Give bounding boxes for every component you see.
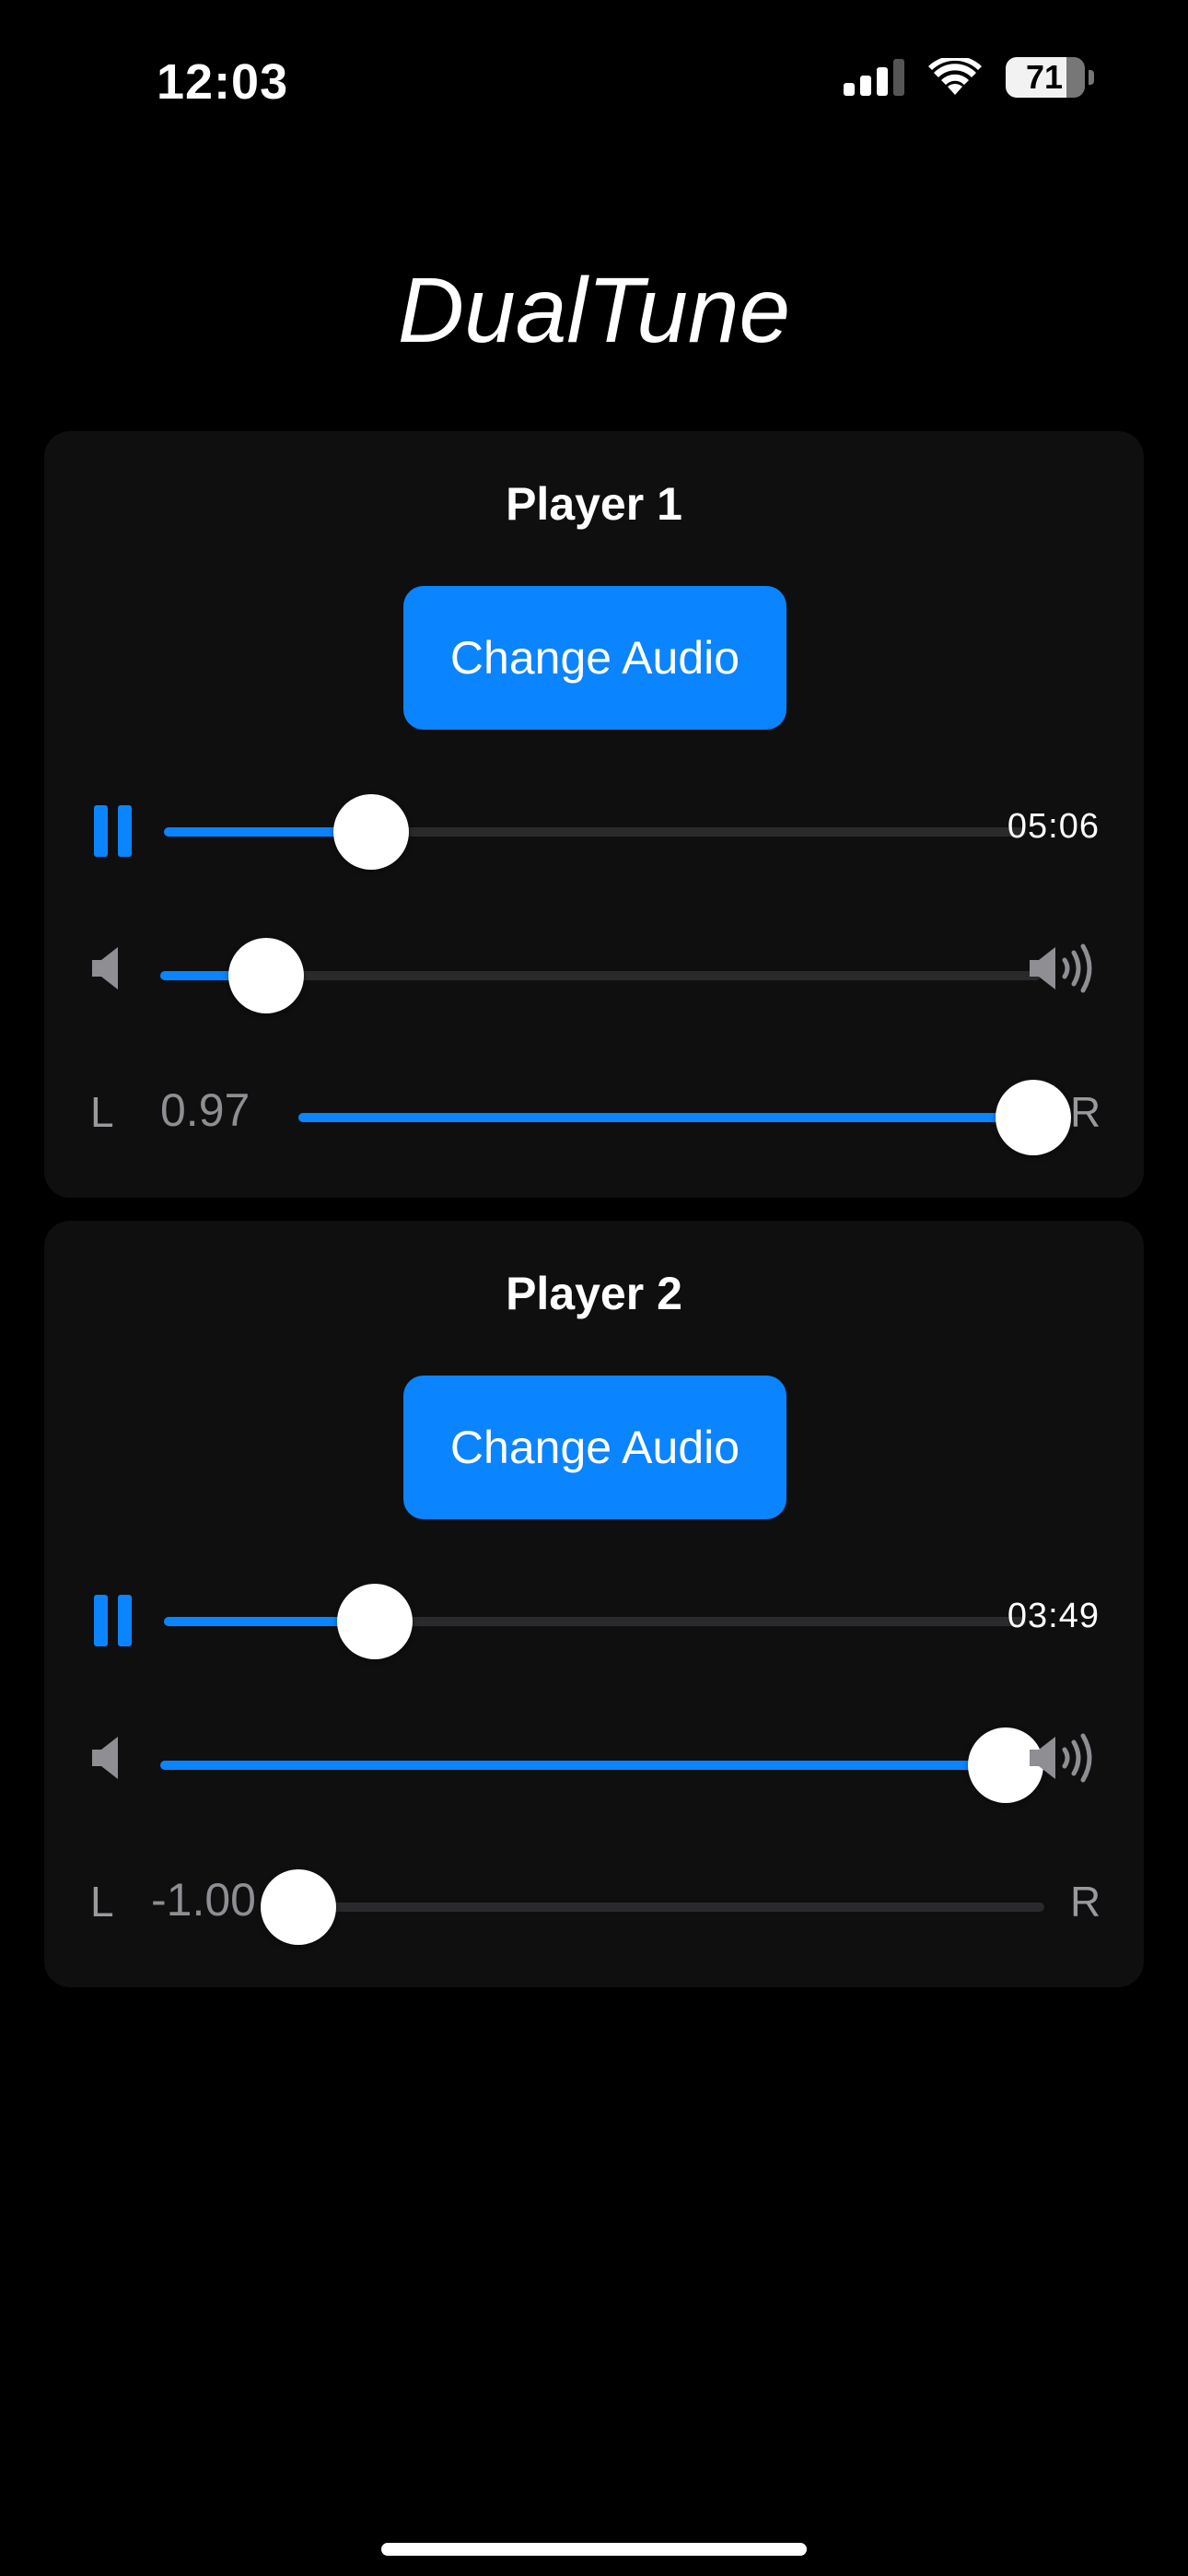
volume-high-icon: [1030, 1733, 1092, 1783]
wifi-icon: [928, 58, 982, 95]
pan-value: -1.00: [151, 1874, 256, 1926]
volume-thumb[interactable]: [227, 938, 304, 1013]
player-card-2: Player 2 Change Audio 03:49 L -1.00 R: [44, 1221, 1144, 1987]
cellular-signal-icon: [844, 59, 904, 96]
pan-right-label: R: [1070, 1878, 1101, 1926]
pan-slider[interactable]: [261, 1869, 1044, 1945]
battery-icon: 71: [1006, 57, 1094, 98]
player-card-1: Player 1 Change Audio 05:06 L 0.97 R: [44, 431, 1144, 1198]
home-indicator[interactable]: [381, 2543, 807, 2556]
app-title: DualTune: [397, 259, 791, 362]
pause-button[interactable]: [94, 1595, 133, 1646]
volume-low-icon: [92, 1737, 118, 1779]
pan-right-label: R: [1070, 1088, 1101, 1136]
player-title: Player 1: [506, 478, 682, 530]
pan-value: 0.97: [160, 1084, 250, 1136]
pause-button[interactable]: [94, 805, 133, 857]
player-title: Player 2: [506, 1268, 682, 1319]
duration-label: 03:49: [1007, 1597, 1100, 1635]
change-audio-button[interactable]: Change Audio: [403, 586, 786, 730]
pause-icon: [94, 1595, 108, 1646]
pause-icon: [94, 805, 108, 857]
status-icons: 71: [844, 57, 1094, 98]
pan-left-label: L: [90, 1088, 114, 1136]
pan-fill: [298, 1113, 1033, 1122]
progress-thumb[interactable]: [332, 794, 409, 870]
change-audio-button[interactable]: Change Audio: [403, 1376, 786, 1519]
progress-thumb[interactable]: [337, 1584, 413, 1659]
pan-left-label: L: [90, 1878, 114, 1926]
volume-slider[interactable]: [160, 938, 1041, 1013]
volume-slider[interactable]: [160, 1727, 1043, 1803]
volume-high-icon: [1030, 943, 1092, 993]
pan-thumb[interactable]: [995, 1080, 1071, 1155]
pan-thumb[interactable]: [261, 1869, 336, 1945]
duration-label: 05:06: [1007, 807, 1100, 846]
volume-low-icon: [92, 947, 118, 989]
battery-percent: 71: [1025, 58, 1064, 96]
volume-fill: [160, 1761, 1006, 1770]
progress-slider[interactable]: [164, 1584, 1026, 1659]
pan-slider[interactable]: [298, 1080, 1071, 1155]
status-time: 12:03: [157, 54, 289, 110]
progress-slider[interactable]: [164, 794, 1026, 870]
